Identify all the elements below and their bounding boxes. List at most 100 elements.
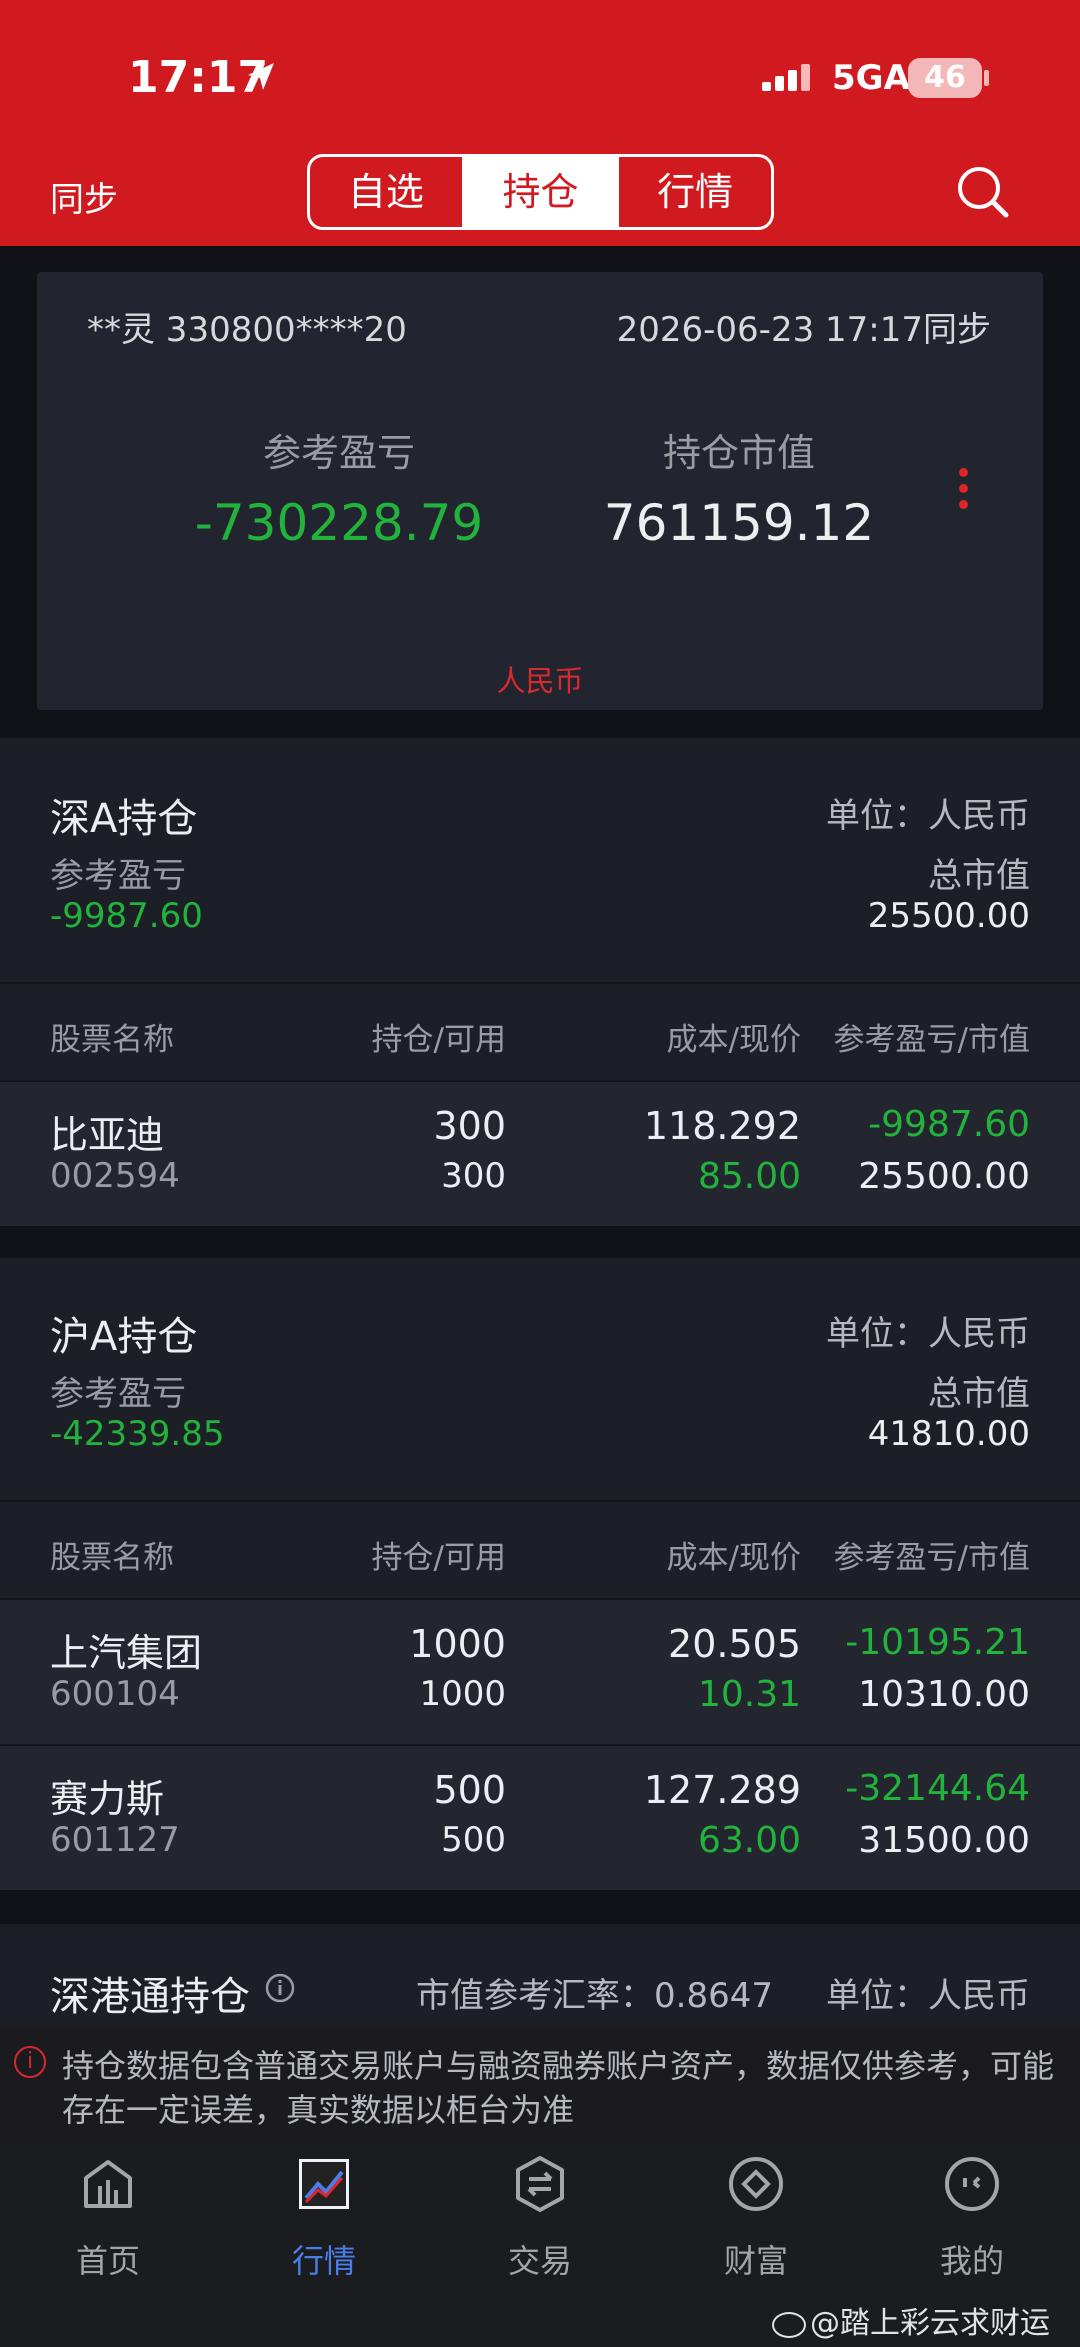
top-header: 17:17 5GA 46 同步 自选 持仓 行情 bbox=[0, 0, 1080, 246]
col-pl: 参考盈亏/市值 bbox=[833, 1022, 1030, 1058]
col-name: 股票名称 bbox=[50, 1540, 174, 1576]
col-cost: 成本/现价 bbox=[666, 1540, 801, 1576]
section-mv-label: 总市值 bbox=[928, 1374, 1030, 1414]
stock-code: 600104 bbox=[50, 1674, 180, 1714]
position-value: 761159.12 bbox=[603, 494, 875, 552]
col-pl: 参考盈亏/市值 bbox=[833, 1540, 1030, 1576]
total-pl-value: -730228.79 bbox=[194, 494, 484, 552]
column-header-row: 股票名称 持仓/可用 成本/现价 参考盈亏/市值 bbox=[0, 984, 1080, 1080]
tab-quotes[interactable]: 行情 bbox=[616, 157, 771, 227]
tab-positions[interactable]: 持仓 bbox=[461, 157, 617, 227]
tab-profile[interactable]: 我的 bbox=[864, 2144, 1080, 2294]
stock-mv: 25500.00 bbox=[858, 1156, 1030, 1197]
stock-pl: -32144.64 bbox=[845, 1768, 1030, 1809]
section-title: 沪A持仓 bbox=[50, 1314, 198, 1360]
current-price: 63.00 bbox=[697, 1820, 801, 1861]
stock-mv: 10310.00 bbox=[858, 1674, 1030, 1715]
disclaimer-banner: i 持仓数据包含普通交易账户与融资融券账户资产，数据仅供参考，可能存在一定误差，… bbox=[0, 2028, 1080, 2144]
col-cost: 成本/现价 bbox=[666, 1022, 801, 1058]
weibo-icon bbox=[772, 2311, 806, 2338]
disclaimer-text: 持仓数据包含普通交易账户与融资融券账户资产，数据仅供参考，可能存在一定误差，真实… bbox=[62, 2047, 1055, 2129]
search-icon[interactable] bbox=[955, 164, 1011, 220]
currency-selector[interactable]: 人民币 bbox=[37, 658, 1043, 700]
section-shengangtong-header: 深港通持仓 市值参考汇率：0.8647 单位：人民币 bbox=[0, 1924, 1080, 2028]
battery-tip bbox=[984, 70, 989, 86]
battery-level: 46 bbox=[924, 60, 966, 95]
network-type: 5GA bbox=[832, 58, 910, 98]
section-title: 深A持仓 bbox=[50, 796, 198, 842]
stock-pl: -9987.60 bbox=[868, 1104, 1030, 1145]
col-name: 股票名称 bbox=[50, 1022, 174, 1058]
cost-price: 20.505 bbox=[668, 1622, 801, 1666]
section-pl-label: 参考盈亏 bbox=[50, 856, 186, 896]
stock-name: 赛力斯 bbox=[50, 1777, 165, 1821]
section-hu-a-header: 沪A持仓 单位：人民币 参考盈亏 总市值 -42339.85 41810.00 bbox=[0, 1258, 1080, 1502]
section-gap bbox=[0, 1890, 1080, 1924]
warning-info-icon: i bbox=[14, 2046, 46, 2078]
tab-trade[interactable]: 交易 bbox=[432, 2144, 648, 2294]
exchange-rate: 市值参考汇率：0.8647 bbox=[416, 1976, 773, 2016]
stock-name: 上汽集团 bbox=[50, 1631, 203, 1675]
sync-time: 2026-06-23 17:17同步 bbox=[616, 310, 991, 350]
hold-qty: 1000 bbox=[409, 1622, 506, 1666]
tab-home[interactable]: 首页 bbox=[0, 2144, 216, 2294]
tab-label: 我的 bbox=[939, 2242, 1004, 2280]
trade-icon bbox=[516, 2156, 564, 2212]
account-id: **灵 330800****20 bbox=[87, 310, 407, 350]
section-mv-value: 41810.00 bbox=[867, 1414, 1030, 1454]
stock-name: 比亚迪 bbox=[50, 1113, 165, 1157]
tab-wealth[interactable]: 财富 bbox=[648, 2144, 864, 2294]
sync-button[interactable]: 同步 bbox=[50, 172, 118, 221]
section-title: 深港通持仓 bbox=[50, 1974, 250, 2020]
cost-price: 118.292 bbox=[643, 1104, 801, 1148]
position-value-label: 持仓市值 bbox=[662, 431, 815, 475]
tab-label: 交易 bbox=[507, 2242, 572, 2280]
stock-code: 002594 bbox=[50, 1156, 180, 1196]
avail-qty: 300 bbox=[441, 1156, 506, 1196]
table-row[interactable]: 比亚迪 002594 300 300 118.292 85.00 -9987.6… bbox=[0, 1082, 1080, 1226]
stock-code: 601127 bbox=[50, 1820, 180, 1860]
section-shen-a-header: 深A持仓 单位：人民币 参考盈亏 总市值 -9987.60 25500.00 bbox=[0, 738, 1080, 984]
tab-label: 财富 bbox=[723, 2242, 788, 2280]
tab-market[interactable]: 行情 bbox=[216, 2144, 432, 2294]
top-segmented-control: 自选 持仓 行情 bbox=[307, 154, 774, 230]
section-pl-label: 参考盈亏 bbox=[50, 1374, 186, 1414]
profile-icon bbox=[945, 2157, 999, 2211]
cost-price: 127.289 bbox=[643, 1768, 801, 1812]
table-row[interactable]: 赛力斯 601127 500 500 127.289 63.00 -32144.… bbox=[0, 1746, 1080, 1890]
signal-icon bbox=[762, 64, 810, 91]
location-arrow-icon bbox=[248, 63, 274, 90]
avail-qty: 500 bbox=[441, 1820, 506, 1860]
stock-pl: -10195.21 bbox=[845, 1622, 1030, 1663]
tab-label: 首页 bbox=[75, 2242, 140, 2280]
stock-mv: 31500.00 bbox=[858, 1820, 1030, 1861]
section-pl-value: -42339.85 bbox=[50, 1414, 225, 1454]
section-mv-value: 25500.00 bbox=[867, 896, 1030, 936]
wealth-icon bbox=[729, 2157, 783, 2211]
watermark-text: @踏上彩云求财运 bbox=[810, 2306, 1050, 2341]
section-unit: 单位：人民币 bbox=[826, 1976, 1030, 2016]
section-pl-value: -9987.60 bbox=[50, 896, 203, 936]
battery-icon: 46 bbox=[908, 58, 982, 98]
hold-qty: 500 bbox=[433, 1768, 506, 1812]
avail-qty: 1000 bbox=[419, 1674, 506, 1714]
hold-qty: 300 bbox=[433, 1104, 506, 1148]
more-options-icon[interactable] bbox=[948, 468, 978, 518]
tab-watchlist[interactable]: 自选 bbox=[310, 157, 462, 227]
col-hold: 持仓/可用 bbox=[371, 1540, 506, 1576]
watermark: @踏上彩云求财运 bbox=[772, 2298, 1050, 2342]
market-chart-icon bbox=[299, 2159, 349, 2209]
section-mv-label: 总市值 bbox=[928, 856, 1030, 896]
total-pl-label: 参考盈亏 bbox=[262, 431, 415, 475]
section-unit: 单位：人民币 bbox=[826, 796, 1030, 836]
column-header-row: 股票名称 持仓/可用 成本/现价 参考盈亏/市值 bbox=[0, 1502, 1080, 1598]
info-icon[interactable] bbox=[264, 1972, 296, 2004]
section-gap bbox=[0, 1226, 1080, 1258]
table-row[interactable]: 上汽集团 600104 1000 1000 20.505 10.31 -1019… bbox=[0, 1600, 1080, 1744]
section-unit: 单位：人民币 bbox=[826, 1314, 1030, 1354]
col-hold: 持仓/可用 bbox=[371, 1022, 506, 1058]
home-icon bbox=[84, 2160, 132, 2208]
account-summary-card: **灵 330800****20 2026-06-23 17:17同步 参考盈亏… bbox=[37, 272, 1043, 710]
tab-label: 行情 bbox=[291, 2242, 356, 2280]
current-price: 85.00 bbox=[697, 1156, 801, 1197]
